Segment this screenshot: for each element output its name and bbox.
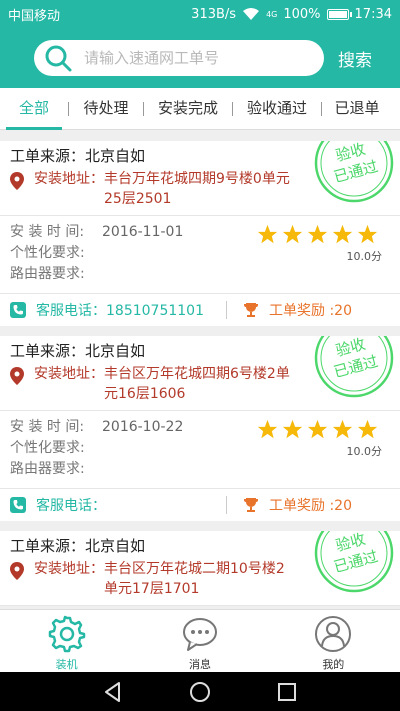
star-icon	[282, 224, 303, 244]
order-footer: 客服电话： 工单奖励 :20	[0, 489, 400, 521]
home-icon[interactable]	[189, 681, 211, 703]
order-card[interactable]: 工单来源：北京自如 安装地址： 丰台区万年花城四期6号楼2单元16层1606 验…	[0, 336, 400, 521]
star-icon	[357, 419, 378, 439]
rating-score: 10.0分	[346, 445, 383, 458]
accepted-stamp-icon: 验收 已通过	[314, 531, 394, 593]
personal-requirement-label: 个性化要求:	[10, 440, 85, 456]
address-label: 安装地址：	[34, 366, 104, 382]
install-time-value: 2016-11-01	[102, 224, 184, 240]
battery-percent: 100%	[283, 6, 321, 22]
search-input[interactable]	[84, 49, 314, 67]
order-reward: 工单奖励 :20	[269, 498, 352, 514]
router-requirement-row: 路由器要求:	[10, 459, 390, 480]
order-header: 工单来源：北京自如 安装地址： 丰台万年花城四期9号楼0单元25层2501 验收…	[0, 141, 400, 216]
personal-requirement-row: 个性化要求:	[10, 438, 390, 459]
tab-returned[interactable]: 已退单	[322, 88, 392, 130]
install-time-label: 安 装 时 间:	[10, 224, 85, 240]
personal-requirement-label: 个性化要求:	[10, 245, 85, 261]
accepted-stamp-icon: 验收 已通过	[314, 141, 394, 203]
rating-stars	[257, 419, 378, 440]
personal-requirement-row: 个性化要求:	[10, 243, 390, 264]
order-details: 安 装 时 间: 2016-11-01 个性化要求: 路由器要求: 10.0分	[0, 216, 400, 294]
nav-messages-label: 消息	[188, 658, 211, 671]
order-card[interactable]: 工单来源：北京自如 安装地址： 丰台区万年花城二期10号楼2单元17层1701 …	[0, 531, 400, 606]
router-requirement-row: 路由器要求:	[10, 264, 390, 285]
tab-installed[interactable]: 安装完成	[144, 88, 232, 130]
order-details: 安 装 时 间: 2016-10-22 个性化要求: 路由器要求: 10.0分	[0, 411, 400, 489]
service-phone[interactable]: 客服电话：18510751101	[36, 300, 226, 320]
service-phone[interactable]: 客服电话：	[36, 495, 226, 515]
address-label: 安装地址：	[34, 561, 104, 577]
phone-icon	[10, 302, 26, 318]
tab-all[interactable]: 全部	[6, 88, 62, 130]
location-pin-icon	[10, 367, 24, 385]
status-indicators: 313B/s 4G 100% 17:34	[191, 7, 392, 22]
carrier-name: 中国移动	[8, 8, 61, 24]
order-header: 工单来源：北京自如 安装地址： 丰台区万年花城二期10号楼2单元17层1701 …	[0, 531, 400, 606]
install-time-value: 2016-10-22	[102, 419, 184, 435]
star-icon	[357, 224, 378, 244]
star-icon	[307, 224, 328, 244]
tab-accepted[interactable]: 验收通过	[233, 88, 321, 130]
search-button[interactable]: 搜索	[338, 46, 372, 71]
rating-stars	[257, 224, 378, 245]
filter-tabs: 全部 待处理 安装完成 验收通过 已退单	[0, 88, 400, 130]
order-card[interactable]: 工单来源：北京自如 安装地址： 丰台万年花城四期9号楼0单元25层2501 验收…	[0, 141, 400, 326]
router-requirement-label: 路由器要求:	[10, 461, 85, 477]
nav-profile-label: 我的	[322, 658, 345, 671]
order-footer: 客服电话：18510751101 工单奖励 :20	[0, 294, 400, 326]
gear-icon	[48, 615, 85, 653]
status-bar: 中国移动 313B/s 4G 100% 17:34	[0, 0, 400, 28]
trophy-icon	[244, 303, 258, 317]
accepted-stamp-icon: 验收 已通过	[314, 336, 394, 398]
chat-icon	[182, 618, 217, 651]
address-value: 丰台区万年花城二期10号楼2单元17层1701	[104, 561, 285, 597]
nav-install[interactable]: 装机	[0, 610, 133, 672]
address-value: 丰台区万年花城四期6号楼2单元16层1606	[104, 366, 290, 402]
tab-pending[interactable]: 待处理	[69, 88, 143, 130]
router-requirement-label: 路由器要求:	[10, 266, 85, 282]
battery-icon	[326, 8, 352, 20]
star-icon	[282, 419, 303, 439]
star-icon	[257, 224, 278, 244]
order-list[interactable]: 工单来源：北京自如 安装地址： 丰台万年花城四期9号楼0单元25层2501 验收…	[0, 131, 400, 609]
address-value: 丰台万年花城四期9号楼0单元25层2501	[104, 171, 290, 207]
search-box[interactable]	[34, 40, 324, 76]
phone-icon	[10, 497, 26, 513]
nav-profile[interactable]: 我的	[267, 610, 400, 672]
clock: 17:34	[354, 6, 392, 22]
user-icon	[315, 616, 352, 652]
system-nav-bar	[0, 672, 400, 711]
location-pin-icon	[10, 562, 24, 580]
footer-divider	[226, 301, 227, 319]
location-pin-icon	[10, 172, 24, 190]
star-icon	[307, 419, 328, 439]
rating-score: 10.0分	[346, 250, 383, 263]
address-label: 安装地址：	[34, 171, 104, 187]
order-header: 工单来源：北京自如 安装地址： 丰台区万年花城四期6号楼2单元16层1606 验…	[0, 336, 400, 411]
star-icon	[332, 224, 353, 244]
star-icon	[257, 419, 278, 439]
bottom-nav: 装机 消息 我的	[0, 609, 400, 672]
order-reward: 工单奖励 :20	[269, 303, 352, 319]
network-type: 4G	[266, 9, 278, 19]
recent-apps-icon[interactable]	[276, 681, 298, 703]
back-icon[interactable]	[102, 681, 124, 703]
network-speed: 313B/s	[191, 6, 237, 22]
install-time-label: 安 装 时 间:	[10, 419, 85, 435]
trophy-icon	[244, 498, 258, 512]
header: 搜索	[0, 28, 400, 88]
nav-messages[interactable]: 消息	[133, 610, 266, 672]
nav-install-label: 装机	[55, 658, 78, 671]
wifi-icon	[243, 8, 260, 20]
footer-divider	[226, 496, 227, 514]
star-icon	[332, 419, 353, 439]
search-icon	[45, 45, 72, 72]
